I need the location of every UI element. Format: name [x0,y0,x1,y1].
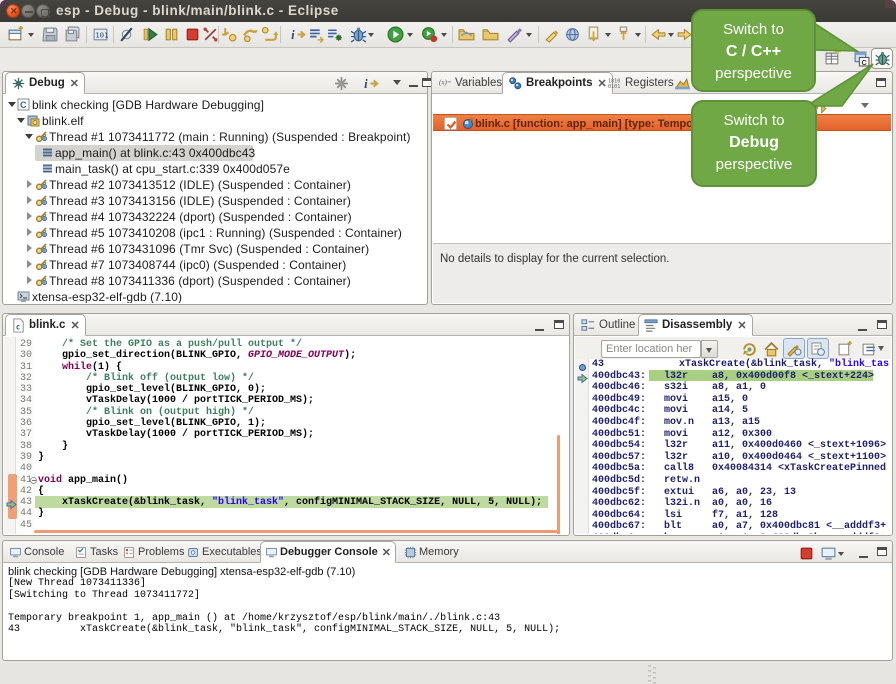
svg-text:c: c [16,322,21,331]
svg-text:C: C [20,100,27,110]
svg-text:101: 101 [95,31,108,40]
svg-text:(x)=: (x)= [439,78,452,86]
svg-text:i: i [364,77,368,91]
svg-text:i: i [291,28,295,42]
svg-text:0101: 0101 [608,84,620,90]
